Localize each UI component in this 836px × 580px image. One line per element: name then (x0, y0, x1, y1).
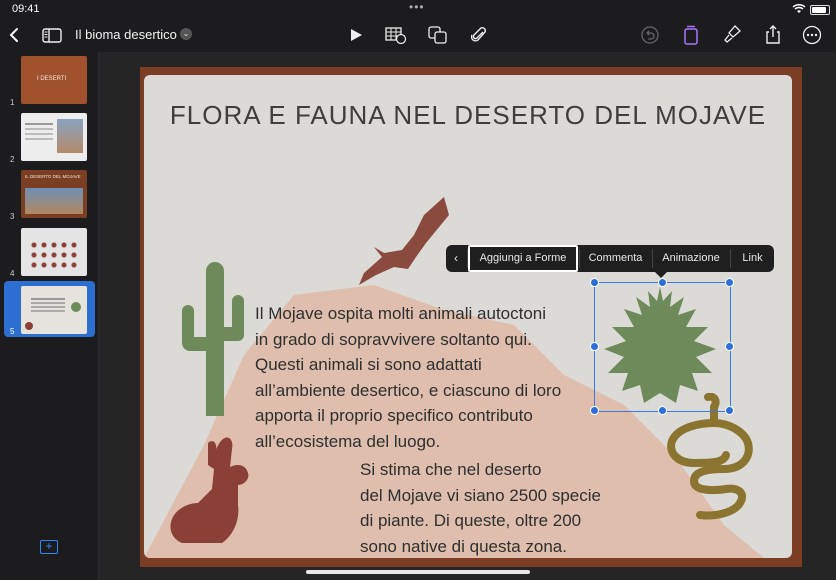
document-title[interactable]: Il bioma desertico (75, 27, 177, 42)
thumbnail-animal-icons (29, 240, 79, 270)
resize-handle-bottom[interactable] (658, 406, 667, 415)
rabbit-illustration[interactable] (168, 435, 268, 547)
slide-number: 2 (10, 155, 15, 164)
more-icon[interactable] (800, 18, 824, 52)
add-slide-button[interactable]: + (40, 540, 58, 554)
thumbnail-shrub (71, 302, 81, 312)
paragraph-line: sono native di questa zona. (360, 536, 567, 556)
resize-handle-bottom-right[interactable] (725, 406, 734, 415)
slide-thumbnail-4[interactable] (21, 228, 87, 276)
paintbrush-icon[interactable] (720, 18, 744, 52)
share-icon[interactable] (761, 18, 785, 52)
thumbnail-photo (57, 119, 83, 153)
paragraph-line: Questi animali si sono adattati (255, 355, 482, 374)
resize-handle-top-left[interactable] (590, 278, 599, 287)
slide-thumbnail-title: I DESERTI (37, 76, 67, 82)
slide-number: 3 (10, 212, 15, 221)
paragraph-line: Il Mojave ospita molti animali autoctoni (255, 304, 547, 323)
resize-handle-left[interactable] (590, 342, 599, 351)
menu-item-animation[interactable]: Animazione (653, 245, 729, 272)
paragraph-line: in grado di sopravvivere soltanto qui. (255, 329, 532, 349)
slide-title[interactable]: FLORA E FAUNA NEL DESERTO DEL MOJAVE (144, 100, 792, 131)
play-icon[interactable] (344, 18, 368, 52)
slide-number: 1 (10, 98, 15, 107)
slide-paragraph-fauna[interactable]: Il Mojave ospita molti animali autoctoni… (255, 301, 635, 454)
format-icon[interactable] (679, 18, 703, 52)
selection-box (594, 282, 731, 412)
slide-number: 4 (10, 269, 15, 278)
status-bar: 09:41 ••• (0, 0, 836, 18)
cactus-illustration[interactable] (180, 261, 250, 416)
paragraph-line: Si stima che nel deserto (360, 460, 542, 479)
thumbnail-text-lines (25, 123, 53, 125)
context-menu-pointer (655, 272, 667, 278)
battery-icon (810, 5, 830, 15)
multitasking-dots-icon[interactable]: ••• (409, 0, 425, 14)
thumbnail-rabbit (25, 322, 33, 330)
slide-thumbnail-5[interactable] (21, 286, 87, 334)
attachment-icon[interactable] (467, 18, 491, 52)
thumbnail-photo (25, 188, 83, 214)
sidebar-toggle-icon[interactable] (40, 18, 64, 52)
context-menu: ‹ Aggiungi a Forme Commenta Animazione L… (446, 245, 774, 272)
wifi-icon (792, 3, 806, 17)
paragraph-line: del Mojave vi siano 2500 specie (360, 485, 601, 505)
paragraph-line: apporta il proprio specifico contributo (255, 406, 533, 425)
slide-thumbnail-title: IL DESERTO DEL MOJAVE (25, 174, 81, 179)
resize-handle-top[interactable] (658, 278, 667, 287)
slide-thumbnail-3[interactable]: IL DESERTO DEL MOJAVE (21, 170, 87, 218)
toolbar: Il bioma desertico ⌄ (0, 18, 836, 52)
snake-illustration[interactable] (664, 393, 759, 523)
paragraph-line: all’ecosistema del luogo. (255, 431, 441, 451)
slide-paragraph-flora[interactable]: Si stima che nel deserto del Mojave vi s… (360, 457, 660, 558)
slide-thumbnail-1[interactable]: I DESERTI (21, 56, 87, 104)
resize-handle-bottom-left[interactable] (590, 406, 599, 415)
slide-thumbnail-2[interactable] (21, 113, 87, 161)
table-icon[interactable] (383, 18, 409, 52)
thumbnail-text-lines (31, 298, 65, 300)
back-chevron-icon[interactable] (4, 18, 24, 52)
resize-handle-right[interactable] (725, 342, 734, 351)
menu-item-add-to-shapes[interactable]: Aggiungi a Forme (468, 245, 578, 272)
slide-number: 5 (10, 327, 15, 336)
status-time: 09:41 (12, 3, 40, 15)
menu-item-comment[interactable]: Commenta (580, 245, 651, 272)
undo-icon[interactable] (638, 18, 662, 52)
paragraph-line: di piante. Di queste, oltre 200 (360, 511, 582, 530)
menu-back-chevron-icon[interactable]: ‹ (446, 245, 466, 272)
title-menu-chevron-icon[interactable]: ⌄ (180, 28, 192, 40)
slide-navigator: I DESERTI 1 2 IL DESERTO DEL MOJAVE 3 4 … (0, 52, 99, 580)
menu-item-link[interactable]: Link (731, 245, 774, 272)
shapes-icon[interactable] (426, 18, 450, 52)
paragraph-line: all’ambiente desertico, e ciascuno di lo… (255, 380, 562, 400)
eagle-illustration[interactable] (354, 195, 454, 295)
resize-handle-top-right[interactable] (725, 278, 734, 287)
home-indicator[interactable] (306, 570, 530, 574)
